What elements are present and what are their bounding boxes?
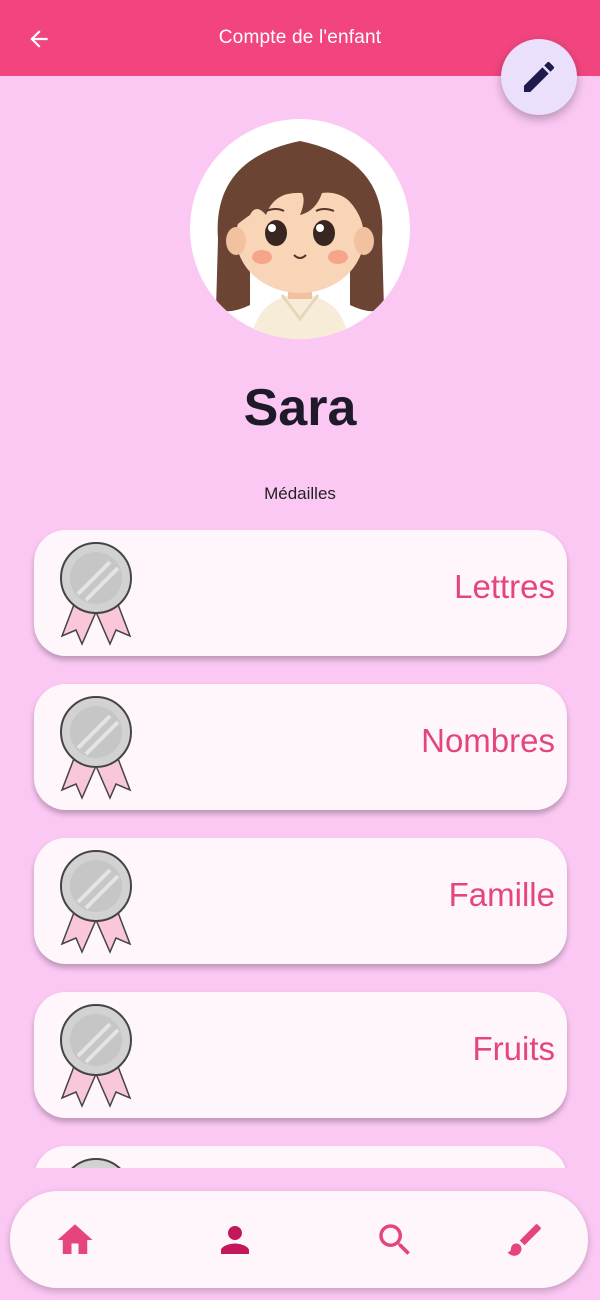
- arrow-left-icon: [30, 30, 48, 48]
- person-icon: [221, 1225, 249, 1254]
- nav-profile[interactable]: [195, 1191, 275, 1288]
- avatar: [190, 119, 410, 339]
- medal-label: Lettres: [454, 568, 555, 605]
- nav-home[interactable]: [35, 1191, 115, 1288]
- edit-button[interactable]: [501, 39, 577, 115]
- brush-icon: [507, 1223, 541, 1256]
- medal-card-nombres[interactable]: Nombres: [34, 684, 567, 810]
- silver-medal-icon: [60, 696, 132, 800]
- silver-medal-icon: [71, 1158, 121, 1168]
- medal-card-partial[interactable]: [34, 1146, 567, 1168]
- silver-medal-icon: [60, 542, 132, 646]
- nav-draw[interactable]: [485, 1191, 565, 1288]
- bottom-nav: [10, 1191, 588, 1288]
- nav-search[interactable]: [355, 1191, 435, 1288]
- girl-avatar-illustration: [216, 141, 384, 339]
- search-icon: [379, 1223, 410, 1255]
- child-name: Sara: [243, 379, 357, 437]
- silver-medal-icon: [60, 1004, 132, 1108]
- back-button[interactable]: [22, 22, 56, 56]
- medal-card-famille[interactable]: Famille: [34, 838, 567, 964]
- medal-card-lettres[interactable]: Lettres: [34, 530, 567, 656]
- medal-label: Nombres: [421, 722, 555, 759]
- medal-card-fruits[interactable]: Fruits: [34, 992, 567, 1118]
- pencil-icon: [524, 61, 555, 92]
- page-title: Compte de l'enfant: [218, 27, 382, 48]
- medal-label: Famille: [448, 876, 555, 913]
- silver-medal-icon: [60, 850, 132, 954]
- home-icon: [57, 1223, 93, 1254]
- medal-list[interactable]: Lettres Nombres Famille Fruits: [0, 528, 600, 1168]
- medals-section-label: Médailles: [264, 484, 336, 503]
- medal-label: Fruits: [472, 1030, 556, 1067]
